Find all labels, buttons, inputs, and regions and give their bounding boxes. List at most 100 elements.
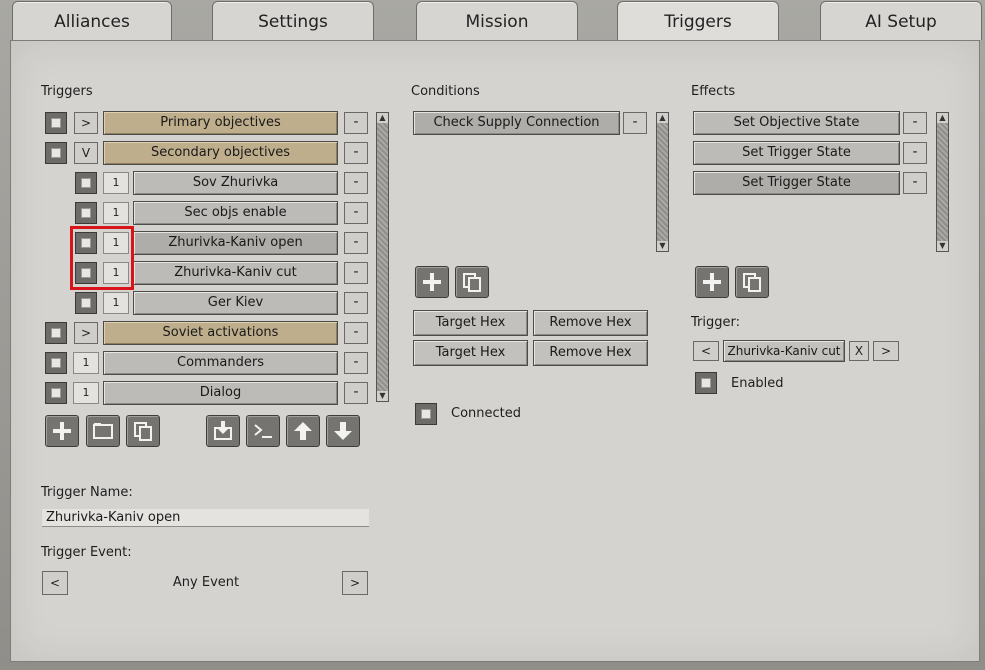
remove-hex-button[interactable]: Remove Hex (533, 310, 648, 336)
trigger-row[interactable]: Dialog (103, 381, 338, 405)
remove-effect-button[interactable]: - (903, 172, 927, 194)
target-hex-button[interactable]: Target Hex (413, 310, 528, 336)
copy-icon (743, 273, 761, 292)
scroll-down-icon[interactable]: ▼ (657, 241, 668, 251)
trigger-list-scrollbar[interactable]: ▲ ▼ (376, 112, 389, 402)
add-icon (53, 422, 71, 440)
effect-trigger-prev-button[interactable]: < (693, 341, 719, 361)
add-trigger-button[interactable] (45, 415, 79, 447)
remove-trigger-button[interactable]: - (344, 172, 368, 194)
trigger-event-value: Any Event (172, 575, 240, 590)
remove-effect-button[interactable]: - (903, 112, 927, 134)
effect-trigger-value[interactable]: Zhurivka-Kaniv cut (723, 340, 845, 362)
trigger-order-number: 1 (103, 292, 129, 314)
enabled-label: Enabled (731, 376, 784, 391)
trigger-enabled-checkbox[interactable] (45, 142, 67, 164)
remove-trigger-button[interactable]: - (344, 322, 368, 344)
trigger-row[interactable]: Zhurivka-Kaniv cut (133, 261, 338, 285)
trigger-row[interactable]: Sec objs enable (133, 201, 338, 225)
remove-trigger-button[interactable]: - (344, 202, 368, 224)
trigger-expand-button[interactable]: V (74, 142, 98, 164)
trigger-enabled-checkbox[interactable] (45, 322, 67, 344)
target-hex-button[interactable]: Target Hex (413, 340, 528, 366)
trigger-row[interactable]: Commanders (103, 351, 338, 375)
trigger-enabled-checkbox[interactable] (45, 112, 67, 134)
trigger-enabled-checkbox[interactable] (75, 292, 97, 314)
effects-scrollbar[interactable]: ▲ ▼ (936, 112, 949, 252)
effect-trigger-clear-button[interactable]: X (849, 341, 869, 361)
trigger-row[interactable]: Primary objectives (103, 111, 338, 135)
add-effect-button[interactable] (695, 266, 729, 298)
scroll-down-icon[interactable]: ▼ (377, 391, 388, 401)
trigger-event-prev-button[interactable]: < (42, 571, 68, 595)
trigger-row[interactable]: Zhurivka-Kaniv open (133, 231, 338, 255)
condition-item[interactable]: Check Supply Connection (413, 111, 620, 135)
triggers-heading: Triggers (41, 84, 93, 99)
move-up-button[interactable] (286, 415, 320, 447)
conditions-heading: Conditions (411, 84, 480, 99)
effect-item-selected[interactable]: Set Trigger State (693, 171, 900, 195)
trigger-order-number: 1 (73, 382, 99, 404)
conditions-scrollbar[interactable]: ▲ ▼ (656, 112, 669, 252)
trigger-order-number: 1 (73, 352, 99, 374)
remove-trigger-button[interactable]: - (344, 112, 368, 134)
trigger-enabled-checkbox[interactable] (45, 352, 67, 374)
console-icon (254, 424, 272, 438)
connected-checkbox[interactable] (415, 403, 437, 425)
tab-settings[interactable]: Settings (212, 1, 374, 40)
trigger-order-number: 1 (103, 202, 129, 224)
copy-condition-button[interactable] (455, 266, 489, 298)
highlight-box (70, 226, 134, 290)
remove-trigger-button[interactable]: - (344, 232, 368, 254)
trigger-row[interactable]: Secondary objectives (103, 141, 338, 165)
trigger-expand-button[interactable]: > (74, 112, 98, 134)
add-condition-button[interactable] (415, 266, 449, 298)
remove-trigger-button[interactable]: - (344, 292, 368, 314)
tab-ai-setup[interactable]: AI Setup (820, 1, 982, 40)
trigger-row[interactable]: Sov Zhurivka (133, 171, 338, 195)
trigger-enabled-checkbox[interactable] (75, 172, 97, 194)
trigger-order-number: 1 (103, 172, 129, 194)
remove-trigger-button[interactable]: - (344, 352, 368, 374)
remove-trigger-button[interactable]: - (344, 142, 368, 164)
scroll-down-icon[interactable]: ▼ (937, 241, 948, 251)
trigger-name-label: Trigger Name: (41, 485, 133, 500)
remove-trigger-button[interactable]: - (344, 382, 368, 404)
trigger-expand-button[interactable]: > (74, 322, 98, 344)
effect-item[interactable]: Set Objective State (693, 111, 900, 135)
effect-trigger-next-button[interactable]: > (873, 341, 899, 361)
import-button[interactable] (206, 415, 240, 447)
enabled-checkbox[interactable] (695, 372, 717, 394)
remove-condition-button[interactable]: - (623, 112, 647, 134)
copy-trigger-button[interactable] (126, 415, 160, 447)
copy-icon (463, 273, 481, 292)
remove-trigger-button[interactable]: - (344, 262, 368, 284)
tab-mission[interactable]: Mission (416, 1, 578, 40)
effect-item[interactable]: Set Trigger State (693, 141, 900, 165)
connected-label: Connected (451, 406, 522, 421)
remove-effect-button[interactable]: - (903, 142, 927, 164)
trigger-name-input[interactable]: Zhurivka-Kaniv open (42, 509, 369, 527)
trigger-row[interactable]: Ger Kiev (133, 291, 338, 315)
trigger-enabled-checkbox[interactable] (75, 202, 97, 224)
trigger-row[interactable]: Soviet activations (103, 321, 338, 345)
trigger-enabled-checkbox[interactable] (45, 382, 67, 404)
add-icon (703, 273, 721, 291)
add-folder-button[interactable] (86, 415, 120, 447)
move-down-button[interactable] (326, 415, 360, 447)
tab-alliances[interactable]: Alliances (12, 1, 172, 40)
remove-hex-button[interactable]: Remove Hex (533, 340, 648, 366)
tab-triggers[interactable]: Triggers (617, 1, 779, 42)
arrow-down-icon (334, 422, 352, 440)
copy-icon (134, 422, 152, 441)
trigger-event-next-button[interactable]: > (342, 571, 368, 595)
console-button[interactable] (246, 415, 280, 447)
folder-icon (93, 423, 113, 439)
copy-effect-button[interactable] (735, 266, 769, 298)
scroll-up-icon[interactable]: ▲ (657, 113, 668, 123)
scroll-up-icon[interactable]: ▲ (937, 113, 948, 123)
arrow-up-icon (294, 422, 312, 440)
trigger-event-label: Trigger Event: (41, 545, 132, 560)
scroll-up-icon[interactable]: ▲ (377, 113, 388, 123)
effects-heading: Effects (691, 84, 736, 99)
